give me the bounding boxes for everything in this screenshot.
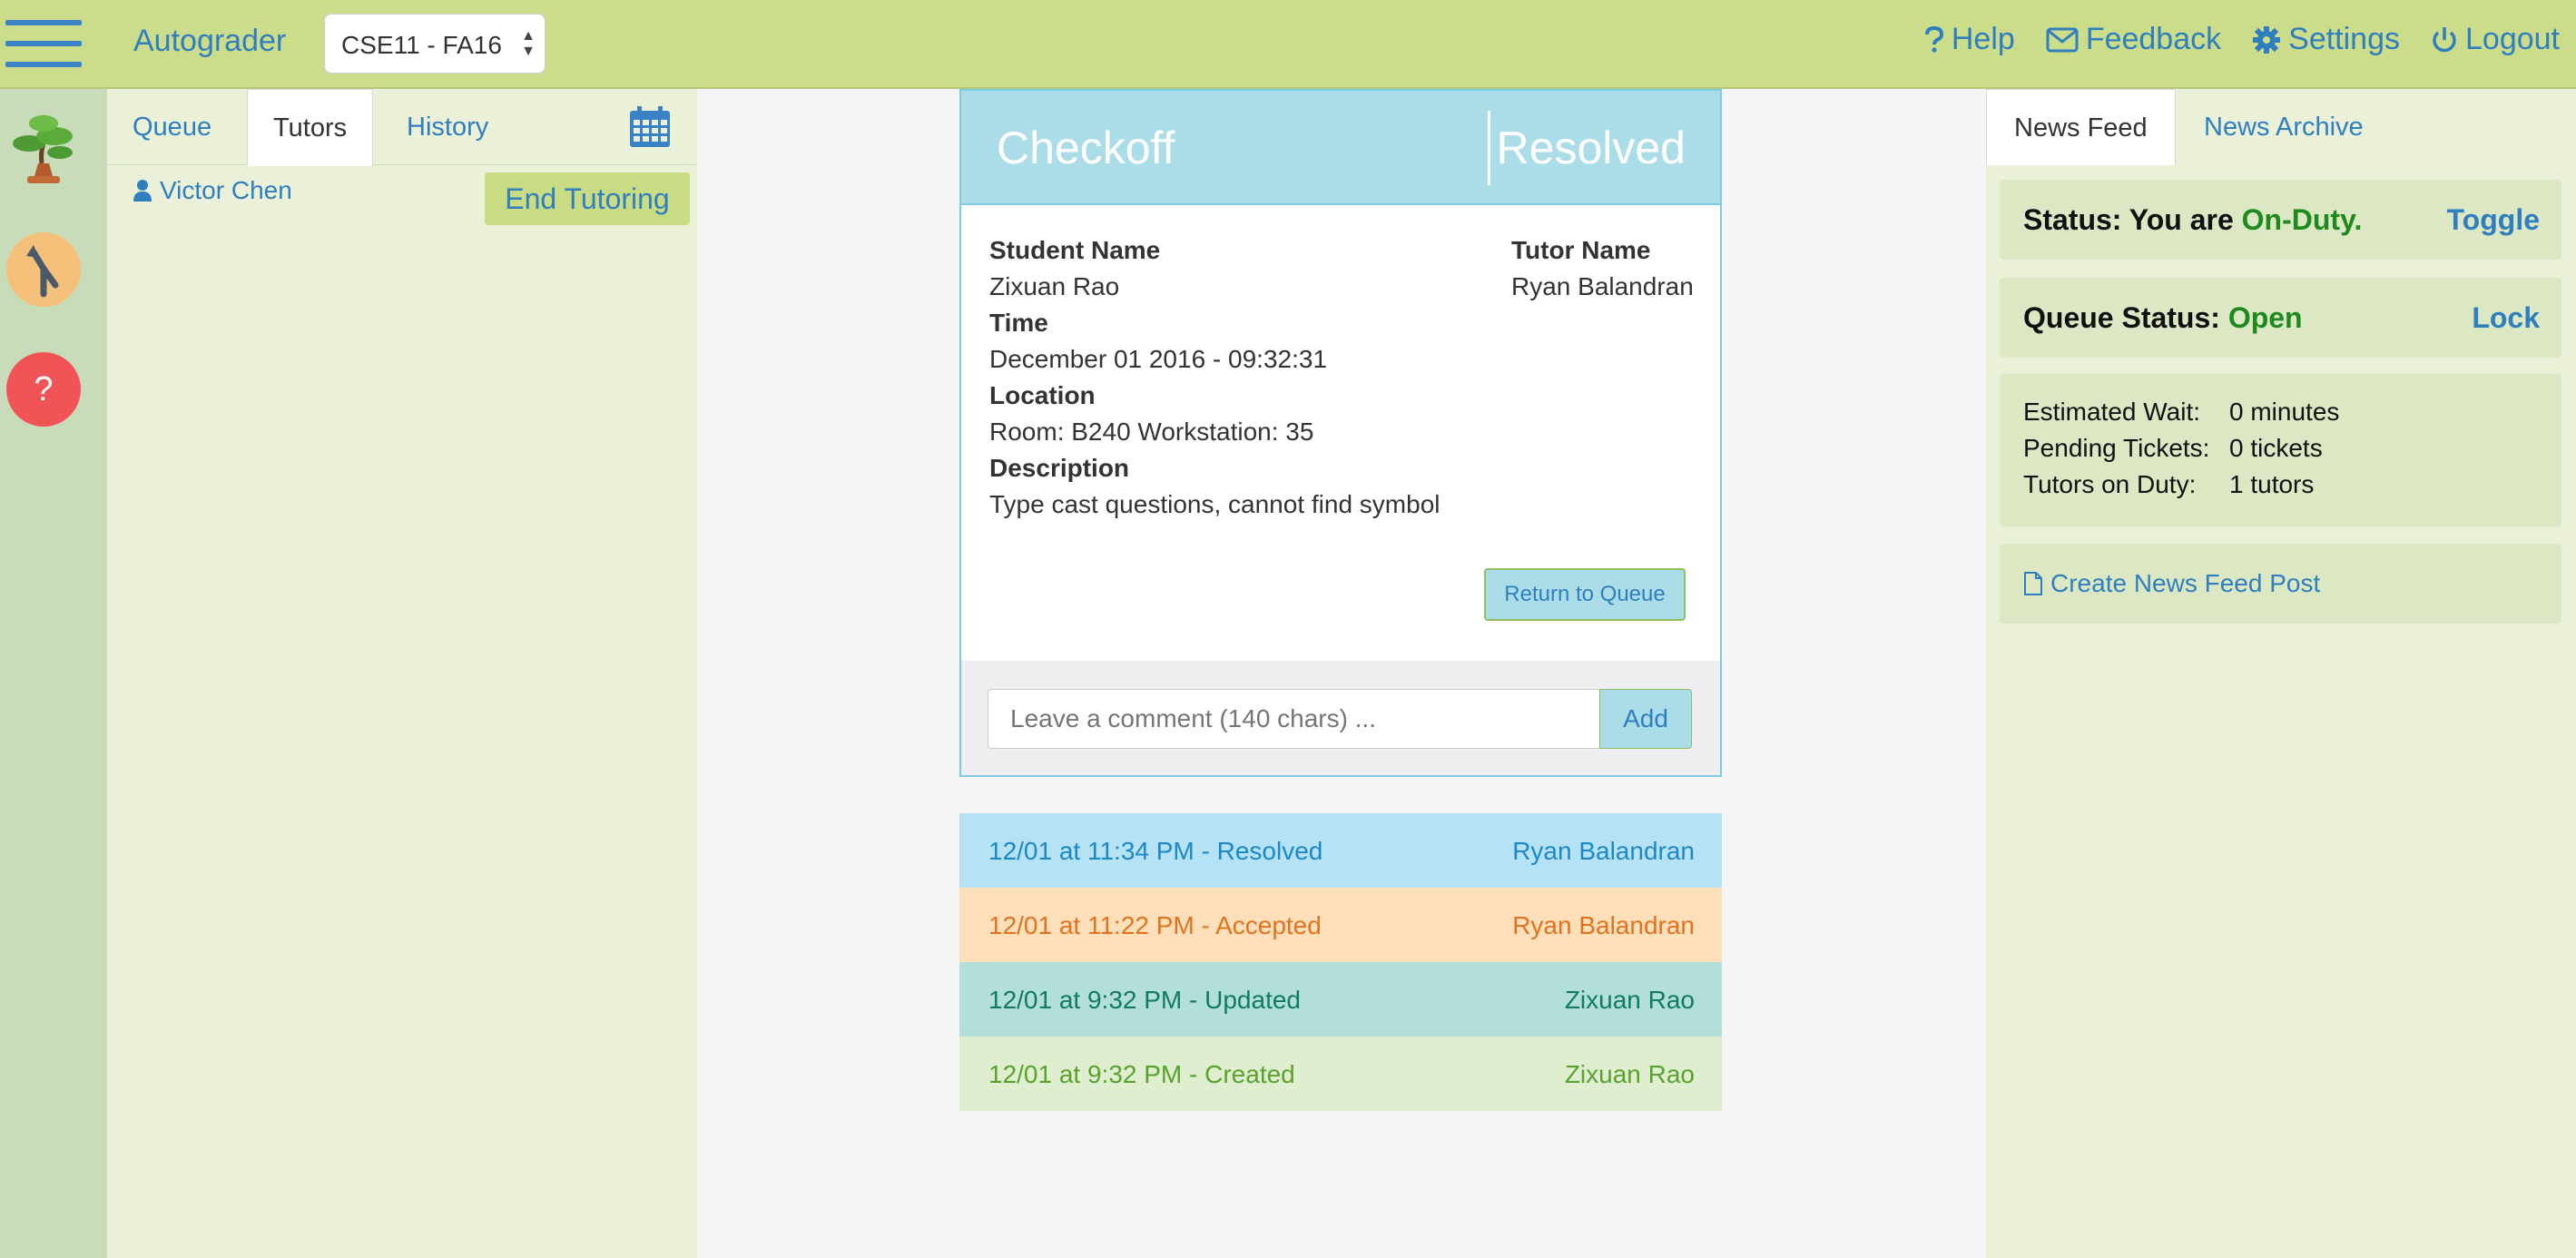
history-person: Zixuan Rao [1564,1060,1695,1088]
user-icon [133,180,152,201]
gear-icon [2253,25,2281,54]
comment-bar: Add [961,661,1720,775]
duty-status-box: Status: You are On-Duty. Toggle [2000,180,2561,260]
history-person: Zixuan Rao [1564,986,1695,1014]
history-event: 12/01 at 9:32 PM - Created [988,1060,1295,1088]
header-divider [1488,111,1490,185]
tutor-name: Victor Chen [160,176,292,204]
description-label: Description [989,454,1130,482]
tab-queue[interactable]: Queue [107,89,237,165]
ticket-type: Checkoff [997,123,1175,173]
ticket-card: Checkoff Resolved Student Name Zixuan Ra… [959,89,1722,777]
ticket-header: Checkoff Resolved [961,91,1720,205]
stat-value: 1 tutors [2229,470,2315,498]
document-icon [2024,572,2042,595]
help-link[interactable]: Help [1924,22,2015,57]
queue-status-label: Queue Status: [2023,301,2228,334]
time-value: December 01 2016 - 09:32:31 [989,345,1328,373]
hamburger-menu-icon[interactable] [5,20,82,67]
calendar-icon[interactable] [628,105,672,149]
stat-label: Pending Tickets: [2023,434,2210,462]
top-nav: Help Feedback Settings Logout [1924,22,2560,57]
tutor-entry[interactable]: Victor Chen [133,176,292,205]
brand-link[interactable]: Autograder [133,24,286,59]
tutor-name-value: Ryan Balandran [1511,272,1694,300]
select-arrows-icon: ▲ ▼ [521,28,536,59]
stat-value: 0 tickets [2229,434,2323,462]
course-select-value: CSE11 - FA16 [341,31,502,59]
tab-news-archive[interactable]: News Archive [2177,89,2391,165]
tab-history[interactable]: History [381,89,514,165]
duty-status-value: On-Duty. [2241,203,2363,236]
news-tabs: News Feed News Archive [1986,89,2576,165]
lock-queue-link[interactable]: Lock [2472,301,2540,335]
settings-link[interactable]: Settings [2252,22,2400,57]
create-post-label: Create News Feed Post [2050,569,2321,597]
history-row: 12/01 at 9:32 PM - Updated Zixuan Rao [959,962,1722,1037]
stat-label: Tutors on Duty: [2023,470,2197,498]
history-row: 12/01 at 9:32 PM - Created Zixuan Rao [959,1037,1722,1111]
student-name-value: Zixuan Rao [989,272,1120,300]
duty-status-label: Status: You are [2023,203,2242,236]
stat-label: Estimated Wait: [2023,398,2201,426]
history-event: 12/01 at 9:32 PM - Updated [988,986,1301,1014]
time-label: Time [989,309,1048,337]
tab-tutors[interactable]: Tutors [247,89,374,166]
toggle-duty-link[interactable]: Toggle [2447,203,2541,237]
envelope-icon [2046,27,2079,52]
history-row: 12/01 at 11:22 PM - Accepted Ryan Baland… [959,888,1722,962]
ticket-history: 12/01 at 11:34 PM - Resolved Ryan Baland… [959,813,1722,1111]
tab-news-feed[interactable]: News Feed [1986,89,2176,165]
left-panel: Queue Tutors History Victor Chen End Tut… [107,89,697,1258]
power-icon [2433,26,2456,52]
queue-status-value: Open [2227,301,2303,334]
duty-status: Status: You are On-Duty. [2023,203,2362,237]
history-event: 12/01 at 11:22 PM - Accepted [988,911,1322,939]
create-post-box: Create News Feed Post [2000,544,2561,624]
location-label: Location [989,381,1096,409]
history-person: Ryan Balandran [1512,837,1695,865]
end-tutoring-button[interactable]: End Tutoring [485,172,690,225]
tutor-name-label: Tutor Name [1511,236,1651,264]
course-select[interactable]: CSE11 - FA16 ▲ ▼ [324,14,546,74]
queue-status-box: Queue Status: Open Lock [2000,278,2561,358]
left-tabs: Queue Tutors History [107,89,697,166]
feedback-link[interactable]: Feedback [2046,22,2221,57]
location-value: Room: B240 Workstation: 35 [989,418,1314,446]
stat-value: 0 minutes [2229,398,2340,426]
right-panel: News Feed News Archive Status: You are O… [1986,89,2576,1258]
queue-status: Queue Status: Open [2023,301,2303,335]
top-bar: Autograder CSE11 - FA16 ▲ ▼ Help Feedback… [0,0,2576,89]
tree-icon[interactable] [7,111,80,185]
ticket-status: Resolved [1496,123,1686,173]
logout-link[interactable]: Logout [2431,22,2560,57]
merge-icon[interactable] [6,232,81,307]
description-value: Type cast questions, cannot find symbol [989,490,1440,518]
history-person: Ryan Balandran [1512,911,1695,939]
comment-input[interactable] [988,689,1601,749]
logout-label: Logout [2465,22,2560,56]
student-name-label: Student Name [989,236,1161,264]
help-circle-icon[interactable]: ? [6,352,81,427]
add-comment-button[interactable]: Add [1599,689,1692,749]
return-to-queue-button[interactable]: Return to Queue [1484,568,1686,621]
history-event: 12/01 at 11:34 PM - Resolved [988,837,1323,865]
queue-stats-box: Estimated Wait: 0 minutes Pending Ticket… [2000,374,2561,526]
settings-label: Settings [2288,22,2400,56]
question-icon [1924,25,1943,53]
icon-rail: ? [0,89,107,1258]
help-label: Help [1951,22,2015,56]
create-news-post-link[interactable]: Create News Feed Post [2023,569,2320,598]
feedback-label: Feedback [2085,22,2222,56]
history-row: 12/01 at 11:34 PM - Resolved Ryan Baland… [959,813,1722,888]
